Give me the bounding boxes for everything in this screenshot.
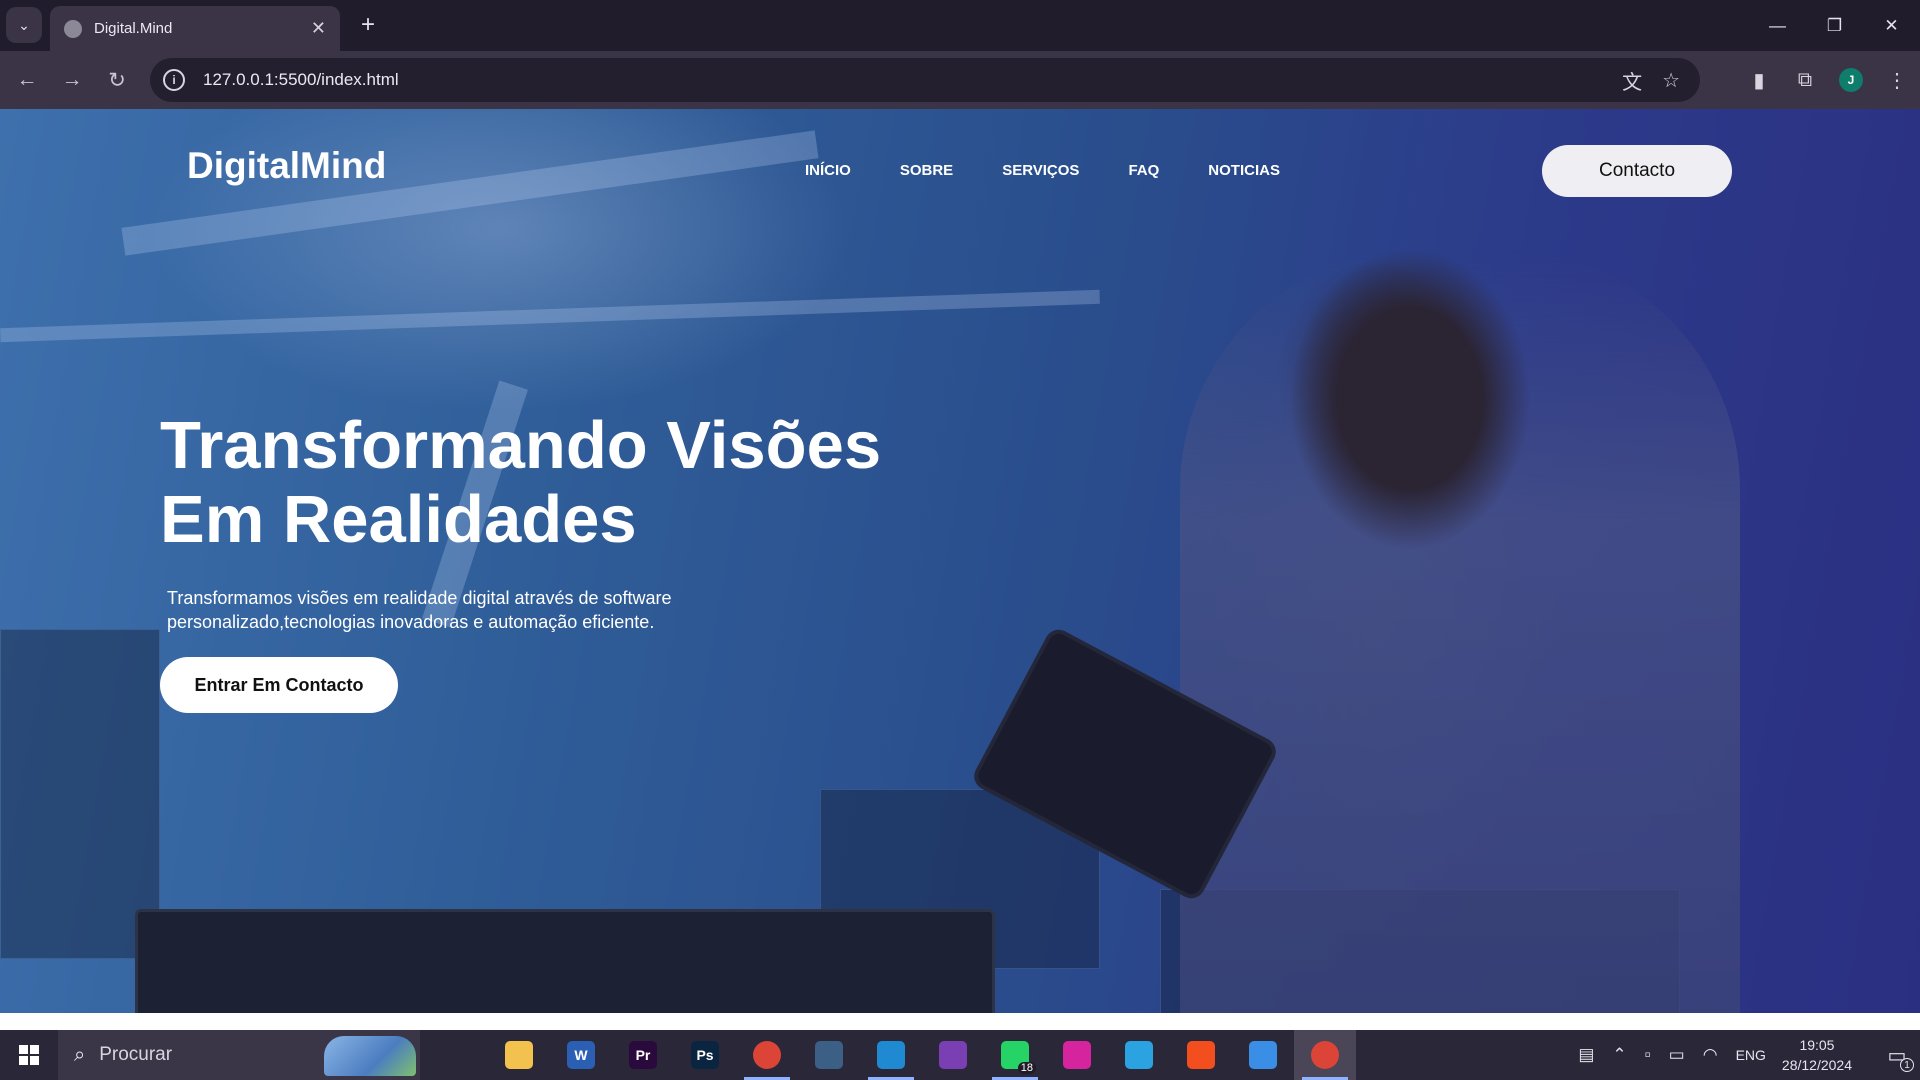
bookmark-star-icon[interactable]: ☆	[1662, 68, 1680, 93]
clock-date: 28/12/2024	[1781, 1057, 1852, 1073]
sql-workbench-icon	[815, 1041, 843, 1069]
chevron-up-icon[interactable]: ⌃	[1612, 1045, 1626, 1065]
windows-taskbar: ⌕ Procurar W Pr Ps 18 ▤ ⌃ ▫ ▭ ◠ ENG 19:05 2…	[0, 1030, 1920, 1080]
taskbar-app-vscode[interactable]	[860, 1030, 922, 1080]
page-bottom-edge	[0, 1013, 1920, 1030]
url-text[interactable]: 127.0.0.1:5500/index.html	[203, 70, 1622, 90]
photos-icon	[1249, 1041, 1277, 1069]
system-tray: ▤ ⌃ ▫ ▭ ◠ ENG 19:05 28/12/2024 ▭ 1	[1578, 1030, 1920, 1080]
taskbar-app-visual-studio[interactable]	[922, 1030, 984, 1080]
server-rack	[0, 629, 160, 959]
clock-time: 19:05	[1799, 1037, 1835, 1053]
tab-search-button[interactable]: ⌄	[6, 7, 42, 43]
nav-faq[interactable]: FAQ	[1128, 162, 1159, 179]
ceiling-beam	[0, 289, 1100, 343]
taskbar-apps: W Pr Ps 18	[426, 1030, 1356, 1080]
photoshop-icon: Ps	[691, 1041, 719, 1069]
toolbar-actions: ▮ ⧉ J ⋮	[1736, 51, 1920, 109]
taskbar-app-premiere-pro[interactable]: Pr	[612, 1030, 674, 1080]
file-explorer-icon	[505, 1041, 533, 1069]
close-window-button[interactable]: ✕	[1863, 0, 1920, 51]
taskbar-app-sql-workbench[interactable]	[798, 1030, 860, 1080]
taskbar-app-photos[interactable]	[1232, 1030, 1294, 1080]
browser-toolbar: ← → ↻ i 127.0.0.1:5500/index.html ⽂ ☆ ▮ …	[0, 51, 1920, 109]
figma-icon	[1187, 1041, 1215, 1069]
hero-title: Transformando Visões Em Realidades	[160, 409, 1060, 557]
premiere-pro-icon: Pr	[629, 1041, 657, 1069]
minimize-button[interactable]: —	[1749, 0, 1806, 51]
nav-sobre[interactable]: SOBRE	[900, 162, 953, 179]
tab-title: Digital.Mind	[94, 20, 173, 37]
taskbar-app-telegram[interactable]	[1108, 1030, 1170, 1080]
windows-logo-icon	[19, 1045, 39, 1065]
restore-button[interactable]: ❐	[1806, 0, 1863, 51]
device-icon[interactable]: ▫	[1645, 1045, 1651, 1065]
taskbar-app-photoshop[interactable]: Ps	[674, 1030, 736, 1080]
taskbar-app-instagram[interactable]	[1046, 1030, 1108, 1080]
chrome-icon	[753, 1041, 781, 1069]
taskbar-app-task-view[interactable]	[426, 1030, 488, 1080]
back-button[interactable]: ←	[10, 63, 44, 97]
nav-noticias[interactable]: NOTICIAS	[1208, 162, 1280, 179]
nav-inicio[interactable]: INÍCIO	[805, 162, 851, 179]
taskbar-app-chrome[interactable]	[736, 1030, 798, 1080]
contact-button[interactable]: Contacto	[1542, 145, 1732, 197]
main-nav: INÍCIO SOBRE SERVIÇOS FAQ NOTICIAS	[805, 162, 1329, 179]
extensions-puzzle-icon[interactable]: ⧉	[1782, 69, 1828, 92]
task-view-icon	[443, 1041, 471, 1069]
instagram-icon	[1063, 1041, 1091, 1069]
news-widget-icon[interactable]: ▤	[1578, 1045, 1594, 1065]
language-indicator[interactable]: ENG	[1736, 1047, 1766, 1063]
vscode-icon	[877, 1041, 905, 1069]
telegram-icon	[1125, 1041, 1153, 1069]
notifications-button[interactable]: ▭ 1	[1874, 1030, 1920, 1080]
wifi-icon[interactable]: ◠	[1703, 1045, 1718, 1065]
clock[interactable]: 19:05 28/12/2024	[1782, 1035, 1852, 1075]
chrome-active-icon	[1311, 1041, 1339, 1069]
search-placeholder: Procurar	[99, 1044, 173, 1065]
get-in-touch-button[interactable]: Entrar Em Contacto	[160, 657, 398, 713]
kebab-menu-icon[interactable]: ⋮	[1874, 68, 1920, 93]
globe-icon	[64, 19, 82, 38]
close-tab-icon[interactable]: ✕	[311, 18, 326, 39]
profile-button[interactable]: J	[1828, 68, 1874, 92]
site-info-icon[interactable]: i	[163, 69, 185, 91]
new-tab-button[interactable]: +	[352, 9, 384, 41]
taskbar-app-word[interactable]: W	[550, 1030, 612, 1080]
search-icon: ⌕	[74, 1043, 86, 1066]
notification-count: 1	[1900, 1058, 1914, 1072]
start-button[interactable]	[0, 1030, 58, 1080]
taskbar-app-chrome-active[interactable]	[1294, 1030, 1356, 1080]
browser-tab-strip: ⌄ Digital.Mind ✕ + — ❐ ✕	[0, 0, 1920, 51]
page-viewport: DigitalMind INÍCIO SOBRE SERVIÇOS FAQ NO…	[0, 109, 1920, 1013]
hero-subtitle: Transformamos visões em realidade digita…	[167, 586, 727, 634]
visual-studio-icon	[939, 1041, 967, 1069]
nav-servicos[interactable]: SERVIÇOS	[1002, 162, 1079, 179]
person-illustration	[1180, 249, 1740, 1013]
search-highlight-image	[324, 1036, 416, 1076]
whatsapp-badge: 18	[1017, 1062, 1036, 1074]
battery-icon[interactable]: ▭	[1669, 1045, 1685, 1065]
hero-subtitle-line: Transformamos visões em realidade digita…	[167, 588, 672, 608]
reload-button[interactable]: ↻	[100, 63, 134, 97]
hero-title-line: Em Realidades	[160, 482, 637, 557]
taskbar-search[interactable]: ⌕ Procurar	[58, 1030, 420, 1080]
site-logo[interactable]: DigitalMind	[187, 145, 386, 187]
hero-subtitle-line: personalizado,tecnologias inovadoras e a…	[167, 612, 655, 632]
forward-button[interactable]: →	[55, 63, 89, 97]
browser-tab[interactable]: Digital.Mind ✕	[50, 6, 340, 51]
taskbar-app-whatsapp[interactable]: 18	[984, 1030, 1046, 1080]
taskbar-app-figma[interactable]	[1170, 1030, 1232, 1080]
address-bar[interactable]: i 127.0.0.1:5500/index.html ⽂ ☆	[150, 58, 1700, 102]
extension-app-icon[interactable]: ▮	[1736, 68, 1782, 93]
taskbar-app-file-explorer[interactable]	[488, 1030, 550, 1080]
laptop-screen	[135, 909, 995, 1013]
word-icon: W	[567, 1041, 595, 1069]
translate-icon[interactable]: ⽂	[1622, 66, 1642, 95]
window-controls: — ❐ ✕	[1749, 0, 1920, 51]
avatar: J	[1839, 68, 1863, 92]
hero-title-line: Transformando Visões	[160, 408, 882, 483]
